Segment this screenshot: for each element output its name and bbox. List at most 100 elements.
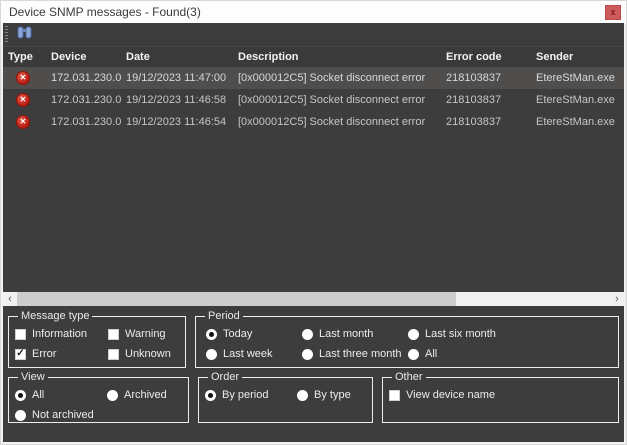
cell-error-code: 218103837: [441, 111, 531, 133]
table-row[interactable]: 172.031.230.087 19/12/2023 11:46:58 [0x0…: [3, 89, 624, 111]
radio-icon: [206, 329, 217, 340]
radio-last-six-month[interactable]: Last six month: [408, 324, 612, 344]
checkbox-label: Error: [32, 348, 56, 360]
binoculars-icon: [17, 26, 32, 44]
radio-icon: [297, 390, 308, 401]
column-header-sender[interactable]: Sender: [531, 47, 624, 67]
radio-icon: [15, 390, 26, 401]
radio-label: Last six month: [425, 328, 496, 340]
checkbox-icon: [389, 390, 400, 401]
radio-icon: [408, 329, 419, 340]
group-message-type: Message type Information Warning Erro: [8, 310, 186, 368]
cell-description: [0x000012C5] Socket disconnect error: [233, 89, 441, 111]
radio-icon: [302, 329, 313, 340]
radio-label: All: [425, 348, 437, 360]
radio-label: Archived: [124, 389, 167, 401]
radio-icon: [15, 410, 26, 421]
radio-today[interactable]: Today: [206, 324, 302, 344]
radio-label: By type: [314, 389, 351, 401]
group-message-type-label: Message type: [18, 310, 92, 322]
cell-device: 172.031.230.087: [46, 111, 121, 133]
cell-description: [0x000012C5] Socket disconnect error: [233, 67, 441, 89]
column-header-device[interactable]: Device: [46, 47, 121, 67]
window-title: Device SNMP messages - Found(3): [9, 5, 605, 19]
column-header-description[interactable]: Description: [233, 47, 441, 67]
group-other-label: Other: [392, 371, 426, 383]
radio-label: Last three month: [319, 348, 402, 360]
checkbox-error[interactable]: Error: [15, 344, 108, 364]
filter-row-top: Message type Information Warning Erro: [8, 310, 619, 368]
toolbar-gripper[interactable]: [5, 26, 8, 44]
radio-icon: [302, 349, 313, 360]
radio-all-period[interactable]: All: [408, 344, 612, 364]
checkbox-information[interactable]: Information: [15, 324, 108, 344]
radio-by-period[interactable]: By period: [205, 385, 297, 405]
checkbox-label: View device name: [406, 389, 495, 401]
radio-label: Today: [223, 328, 252, 340]
radio-label: Last month: [319, 328, 373, 340]
radio-archived[interactable]: Archived: [107, 385, 182, 405]
close-button[interactable]: x: [605, 5, 621, 20]
scrollbar-thumb[interactable]: [17, 292, 456, 306]
filter-row-bottom: View All Archived Not archived: [8, 371, 619, 423]
checkbox-view-device-name[interactable]: View device name: [389, 385, 612, 405]
radio-icon: [107, 390, 118, 401]
scrollbar-track[interactable]: [17, 292, 610, 306]
column-header-date[interactable]: Date: [121, 47, 233, 67]
device-snmp-messages-window: Device SNMP messages - Found(3) x Type D…: [0, 0, 627, 445]
titlebar: Device SNMP messages - Found(3) x: [1, 1, 626, 23]
checkbox-warning[interactable]: Warning: [108, 324, 179, 344]
group-view: View All Archived Not archived: [8, 371, 189, 423]
scroll-right-icon[interactable]: ›: [610, 292, 624, 306]
checkbox-label: Information: [32, 328, 87, 340]
group-period: Period Today Last month Last six mont: [195, 310, 619, 368]
radio-by-type[interactable]: By type: [297, 385, 366, 405]
cell-device: 172.031.230.087: [46, 67, 121, 89]
error-icon: [16, 71, 30, 85]
cell-error-code: 218103837: [441, 89, 531, 111]
group-other: Other View device name: [382, 371, 619, 423]
cell-sender: EtereStMan.exe: [531, 67, 624, 89]
scroll-left-icon[interactable]: ‹: [3, 292, 17, 306]
radio-not-archived[interactable]: Not archived: [15, 405, 107, 425]
radio-label: Last week: [223, 348, 273, 360]
cell-error-code: 218103837: [441, 67, 531, 89]
cell-sender: EtereStMan.exe: [531, 89, 624, 111]
radio-label: Not archived: [32, 409, 94, 421]
checkbox-icon: [108, 349, 119, 360]
checkbox-label: Warning: [125, 328, 166, 340]
table-row[interactable]: 172.031.230.087 19/12/2023 11:47:00 [0x0…: [3, 67, 624, 89]
column-header-error-code[interactable]: Error code: [441, 47, 531, 67]
radio-label: By period: [222, 389, 268, 401]
group-period-label: Period: [205, 310, 243, 322]
group-order: Order By period By type: [198, 371, 373, 423]
error-icon: [16, 115, 30, 129]
radio-last-week[interactable]: Last week: [206, 344, 302, 364]
error-icon: [16, 93, 30, 107]
table-row[interactable]: 172.031.230.087 19/12/2023 11:46:54 [0x0…: [3, 111, 624, 133]
messages-table: Type Device Date Description Error code …: [3, 47, 624, 292]
cell-date: 19/12/2023 11:47:00: [121, 67, 233, 89]
radio-last-three-month[interactable]: Last three month: [302, 344, 408, 364]
radio-icon: [206, 349, 217, 360]
radio-icon: [205, 390, 216, 401]
table-header-row: Type Device Date Description Error code …: [3, 47, 624, 67]
radio-view-all[interactable]: All: [15, 385, 107, 405]
cell-sender: EtereStMan.exe: [531, 111, 624, 133]
checkbox-icon: [15, 349, 26, 360]
window-content: Type Device Date Description Error code …: [1, 23, 626, 444]
column-header-type[interactable]: Type: [3, 47, 46, 67]
horizontal-scrollbar[interactable]: ‹ ›: [3, 292, 624, 306]
cell-date: 19/12/2023 11:46:58: [121, 89, 233, 111]
checkbox-icon: [108, 329, 119, 340]
checkbox-label: Unknown: [125, 348, 171, 360]
cell-date: 19/12/2023 11:46:54: [121, 111, 233, 133]
group-view-label: View: [18, 371, 48, 383]
radio-label: All: [32, 389, 44, 401]
radio-icon: [408, 349, 419, 360]
toolbar: [3, 23, 624, 47]
find-button[interactable]: [13, 25, 35, 45]
filter-panel: Message type Information Warning Erro: [3, 306, 624, 442]
checkbox-unknown[interactable]: Unknown: [108, 344, 179, 364]
radio-last-month[interactable]: Last month: [302, 324, 408, 344]
